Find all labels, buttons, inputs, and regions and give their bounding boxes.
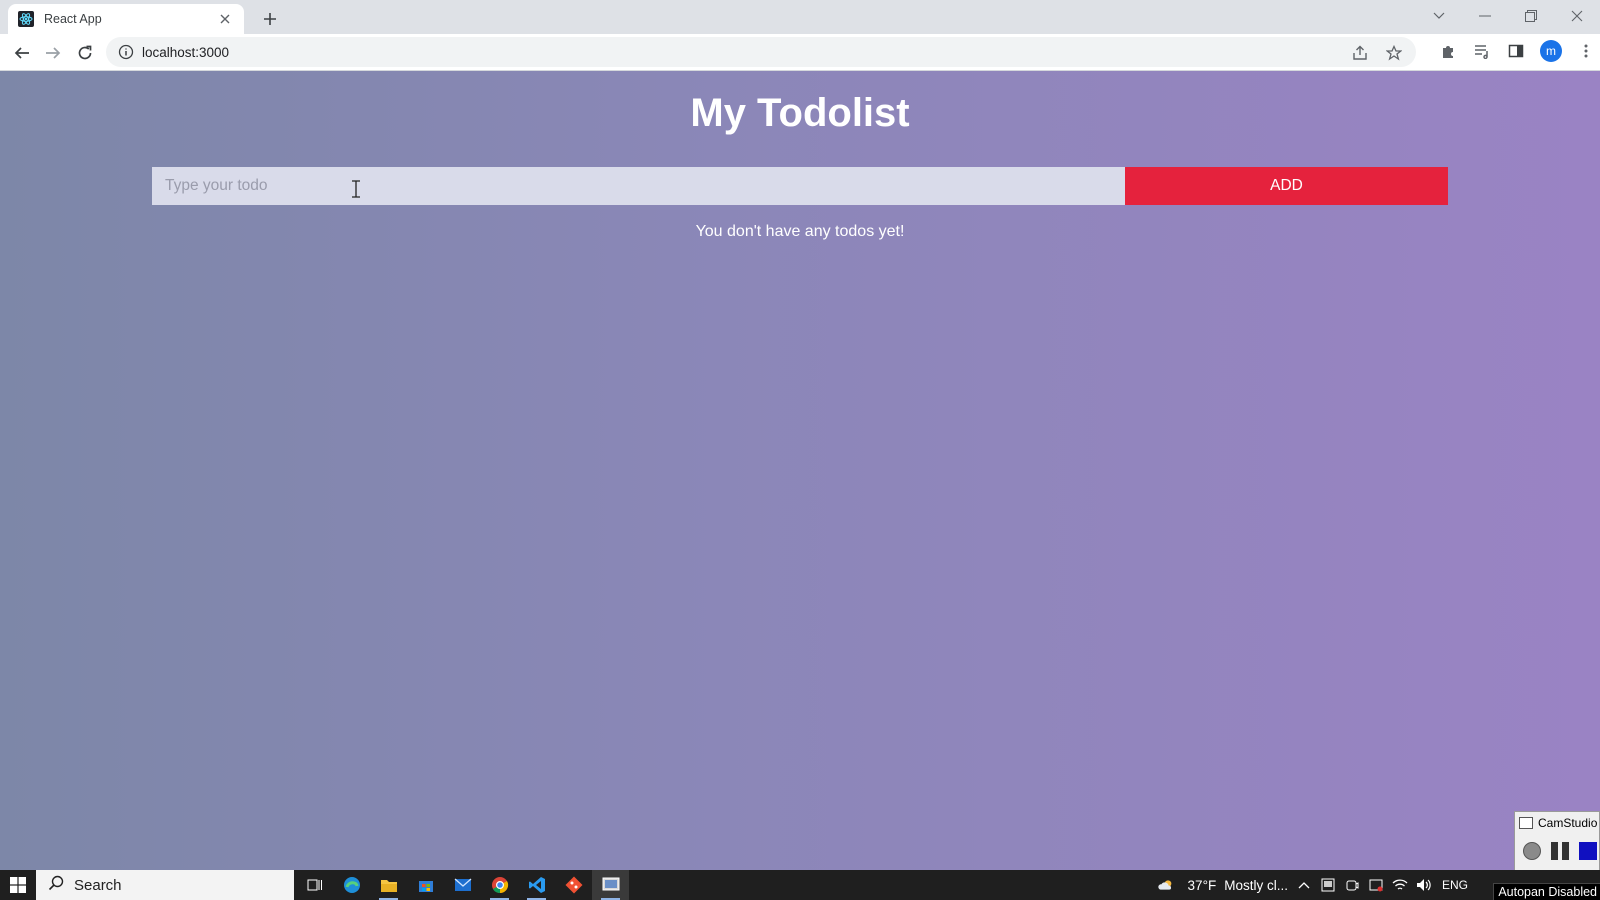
search-label: Search [74, 876, 122, 894]
media-queue-icon[interactable] [1472, 41, 1492, 61]
mail-icon[interactable] [444, 870, 481, 900]
reload-icon[interactable] [72, 40, 98, 66]
store-icon[interactable] [407, 870, 444, 900]
close-window-icon[interactable] [1554, 0, 1600, 32]
tab-title: React App [44, 12, 102, 26]
bookmark-star-icon[interactable] [1384, 43, 1404, 63]
edge-browser-icon[interactable] [333, 870, 370, 900]
browser-menu-icon[interactable] [1576, 41, 1596, 61]
chrome-icon[interactable] [481, 870, 518, 900]
extensions-puzzle-icon[interactable] [1438, 41, 1458, 61]
page-title: My Todolist [690, 91, 910, 135]
text-cursor-ibeam-icon [351, 180, 361, 198]
task-view-icon[interactable] [296, 870, 333, 900]
todo-form: ADD [152, 167, 1448, 205]
wifi-icon[interactable] [1392, 877, 1408, 893]
tray-camera-icon[interactable] [1344, 877, 1360, 893]
address-bar[interactable]: localhost:3000 [106, 37, 1416, 67]
tab-close-icon[interactable] [216, 10, 234, 28]
tab-search-chevron-icon[interactable] [1416, 0, 1462, 32]
language-indicator[interactable]: ENG [1442, 878, 1468, 892]
react-favicon-icon [18, 11, 34, 27]
share-icon[interactable] [1350, 43, 1370, 63]
url-text: localhost:3000 [142, 44, 230, 60]
weather-cloud-icon[interactable] [1157, 877, 1174, 893]
forward-arrow-icon[interactable] [40, 40, 66, 66]
tray-app-icon[interactable] [1320, 877, 1336, 893]
page-viewport: My Todolist ADD You don't have any todos… [0, 71, 1600, 870]
file-explorer-icon[interactable] [370, 870, 407, 900]
search-icon [48, 875, 64, 896]
tray-chevron-up-icon[interactable] [1296, 877, 1312, 893]
camstudio-title: CamStudio [1538, 816, 1598, 830]
vscode-icon[interactable] [518, 870, 555, 900]
profile-avatar[interactable]: m [1540, 40, 1562, 62]
volume-icon[interactable] [1416, 877, 1432, 893]
pause-icon[interactable] [1551, 842, 1569, 860]
record-icon[interactable] [1523, 842, 1541, 860]
minimize-icon[interactable] [1462, 0, 1508, 32]
empty-todos-message: You don't have any todos yet! [695, 223, 905, 240]
new-tab-plus-icon[interactable] [258, 7, 282, 31]
side-panel-icon[interactable] [1506, 41, 1526, 61]
add-button[interactable]: ADD [1125, 167, 1448, 205]
window-controls [1416, 0, 1600, 34]
windows-taskbar: Search 37°F Mostly cl... ENG [0, 870, 1600, 900]
git-icon[interactable] [555, 870, 592, 900]
system-tray: 37°F Mostly cl... ENG [1157, 870, 1468, 900]
camstudio-window: CamStudio [1514, 811, 1600, 871]
weather-temperature[interactable]: 37°F [1188, 878, 1217, 893]
site-info-icon[interactable] [118, 44, 134, 60]
todo-input[interactable] [152, 167, 1125, 205]
windows-start-icon[interactable] [0, 870, 36, 900]
restore-icon[interactable] [1508, 0, 1554, 32]
stop-icon[interactable] [1579, 842, 1597, 860]
camstudio-autopan-status: Autopan Disabled [1493, 883, 1600, 900]
back-arrow-icon[interactable] [9, 40, 35, 66]
camstudio-app-icon [1519, 817, 1533, 829]
browser-tab-strip: React App [0, 0, 1600, 34]
weather-description[interactable]: Mostly cl... [1224, 878, 1288, 893]
browser-toolbar: localhost:3000 m [0, 34, 1600, 71]
browser-tab-react-app[interactable]: React App [8, 4, 244, 34]
tray-security-icon[interactable] [1368, 877, 1384, 893]
taskbar-search-box[interactable]: Search [36, 870, 294, 900]
camstudio-taskbar-icon[interactable] [592, 870, 629, 900]
camstudio-titlebar: CamStudio [1515, 812, 1599, 834]
